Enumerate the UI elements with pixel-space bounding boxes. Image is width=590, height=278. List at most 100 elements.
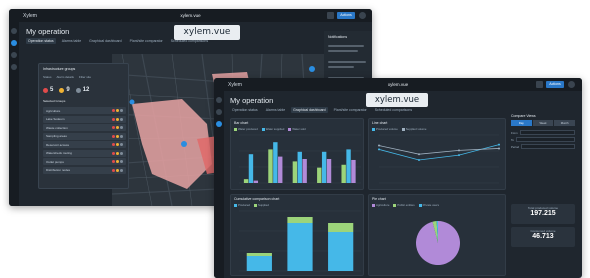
tab-operation-status[interactable]: Operation status	[230, 107, 260, 113]
to-field[interactable]	[515, 137, 575, 142]
avatar[interactable]	[359, 12, 366, 19]
bar	[341, 164, 346, 183]
map-icon[interactable]	[11, 40, 17, 46]
list-item-label: Distribution nodes	[46, 168, 71, 172]
bar	[346, 149, 351, 183]
list-item-label: Lake Sodeum	[46, 117, 65, 121]
list-item[interactable]: Agriculture	[43, 107, 126, 114]
bar	[328, 232, 354, 271]
line-chart-card: Line chart Produced volume Supplied volu…	[368, 118, 506, 190]
status-counts: 5 9 12	[43, 87, 89, 93]
ok-dot-icon	[75, 87, 81, 93]
site-marker[interactable]	[309, 66, 315, 72]
bar	[243, 179, 249, 183]
notification-item[interactable]	[328, 66, 354, 68]
list-item[interactable]: Waste collection	[43, 124, 126, 131]
bar	[287, 217, 313, 223]
map-icon[interactable]	[216, 109, 222, 115]
bar	[273, 142, 278, 183]
chart-icon[interactable]	[216, 121, 222, 127]
bar	[302, 159, 307, 183]
notification-item[interactable]	[328, 50, 358, 52]
gear-icon[interactable]	[536, 81, 543, 88]
list-item[interactable]: Outlet pumps	[43, 158, 126, 165]
period-toggle: Day Week Month	[511, 120, 576, 126]
period-field[interactable]	[521, 144, 575, 149]
page-title: My operation	[26, 27, 70, 36]
tab-bar: Operation status Alarms table Graphical …	[230, 107, 414, 113]
home-icon[interactable]	[216, 97, 222, 103]
gear-icon[interactable]	[327, 12, 334, 19]
from-field[interactable]	[519, 130, 575, 135]
app-name: Xylem	[228, 81, 242, 88]
notification-item[interactable]	[328, 45, 364, 47]
avatar[interactable]	[568, 81, 575, 88]
cumulative-chart-card: Cumulative comparison chart Produced Sup…	[230, 194, 364, 276]
tab-graphical-dashboard[interactable]: Graphical dashboard	[291, 107, 328, 113]
subtab-status[interactable]: Status	[43, 75, 52, 79]
data-point	[458, 149, 460, 152]
alarm-count: 5	[43, 87, 53, 93]
subtab-filter-site[interactable]: Filter site	[79, 75, 91, 79]
toggle-month[interactable]: Month	[554, 120, 576, 126]
data-point	[498, 143, 500, 146]
bar	[351, 159, 356, 183]
actions-button[interactable]: Actions	[546, 81, 564, 88]
alarm-count-value: 5	[50, 87, 54, 93]
bar	[292, 161, 298, 183]
bar	[326, 159, 332, 183]
control-row: To	[511, 137, 575, 142]
bar	[287, 223, 313, 271]
bar	[278, 156, 283, 183]
tab-plant-comparator[interactable]: Plant/site comparator	[332, 107, 369, 113]
front-window: Xylem xylem.vue Actions My operation Ope…	[214, 78, 582, 278]
tab-scheduled-comparisons[interactable]: Scheduled comparisons	[373, 107, 414, 113]
brand-logo: xylem.vue	[180, 13, 201, 18]
control-row: Period	[511, 144, 575, 149]
alert-icon[interactable]	[11, 64, 17, 70]
data-point	[458, 154, 460, 157]
list-item[interactable]: Reservoir access	[43, 141, 126, 148]
bar	[246, 253, 272, 256]
list-item[interactable]: Watersheds routing	[43, 149, 126, 157]
control-row: From	[511, 130, 575, 135]
data-point	[378, 148, 380, 151]
app-name: Xylem	[23, 12, 37, 19]
controls-heading: Compare Views	[511, 114, 536, 118]
chart-icon[interactable]	[11, 52, 17, 58]
tab-graphical-dashboard[interactable]: Graphical dashboard	[87, 38, 124, 44]
infrastructure-panel: Infrastructure groups Status Alarm detai…	[38, 63, 129, 189]
list-item-label: Agriculture	[46, 108, 61, 113]
notification-item[interactable]	[328, 61, 366, 63]
warning-count: 9	[59, 87, 70, 93]
side-rail	[214, 91, 224, 278]
top-bar: Xylem xylem.vue Actions	[9, 9, 372, 22]
tab-alarms-table[interactable]: Alarms table	[60, 38, 83, 44]
site-marker[interactable]	[181, 141, 187, 147]
list-item[interactable]: Distribution nodes	[43, 166, 126, 174]
data-point	[418, 153, 420, 156]
subtab-alarm-details[interactable]: Alarm details	[57, 75, 74, 79]
bar	[253, 180, 259, 183]
toggle-day[interactable]: Day	[511, 120, 532, 126]
tab-operation-status[interactable]: Operation status	[26, 38, 56, 44]
tab-plant-comparator[interactable]: Plant/site comparator	[128, 38, 165, 44]
toggle-week[interactable]: Week	[532, 120, 554, 126]
bar	[321, 151, 327, 183]
list-item[interactable]: Sampling areas	[43, 132, 126, 140]
bar	[246, 256, 272, 271]
actions-button[interactable]: Actions	[337, 12, 355, 19]
top-bar: Xylem xylem.vue Actions	[214, 78, 582, 91]
control-label: Period	[511, 144, 520, 149]
cumulative-chart	[239, 210, 361, 272]
site-marker[interactable]	[129, 99, 135, 105]
list-item-label: Waste collection	[46, 125, 68, 130]
tab-alarms-table[interactable]: Alarms table	[264, 107, 287, 113]
list-item[interactable]: Lake Sodeum	[43, 115, 126, 123]
control-label: From	[511, 130, 518, 135]
home-icon[interactable]	[11, 28, 17, 34]
panel-title: Infrastructure groups	[43, 67, 76, 71]
kpi-value: 197.215	[530, 210, 556, 217]
warning-count-value: 9	[66, 87, 70, 93]
ok-count: 12	[75, 87, 89, 93]
